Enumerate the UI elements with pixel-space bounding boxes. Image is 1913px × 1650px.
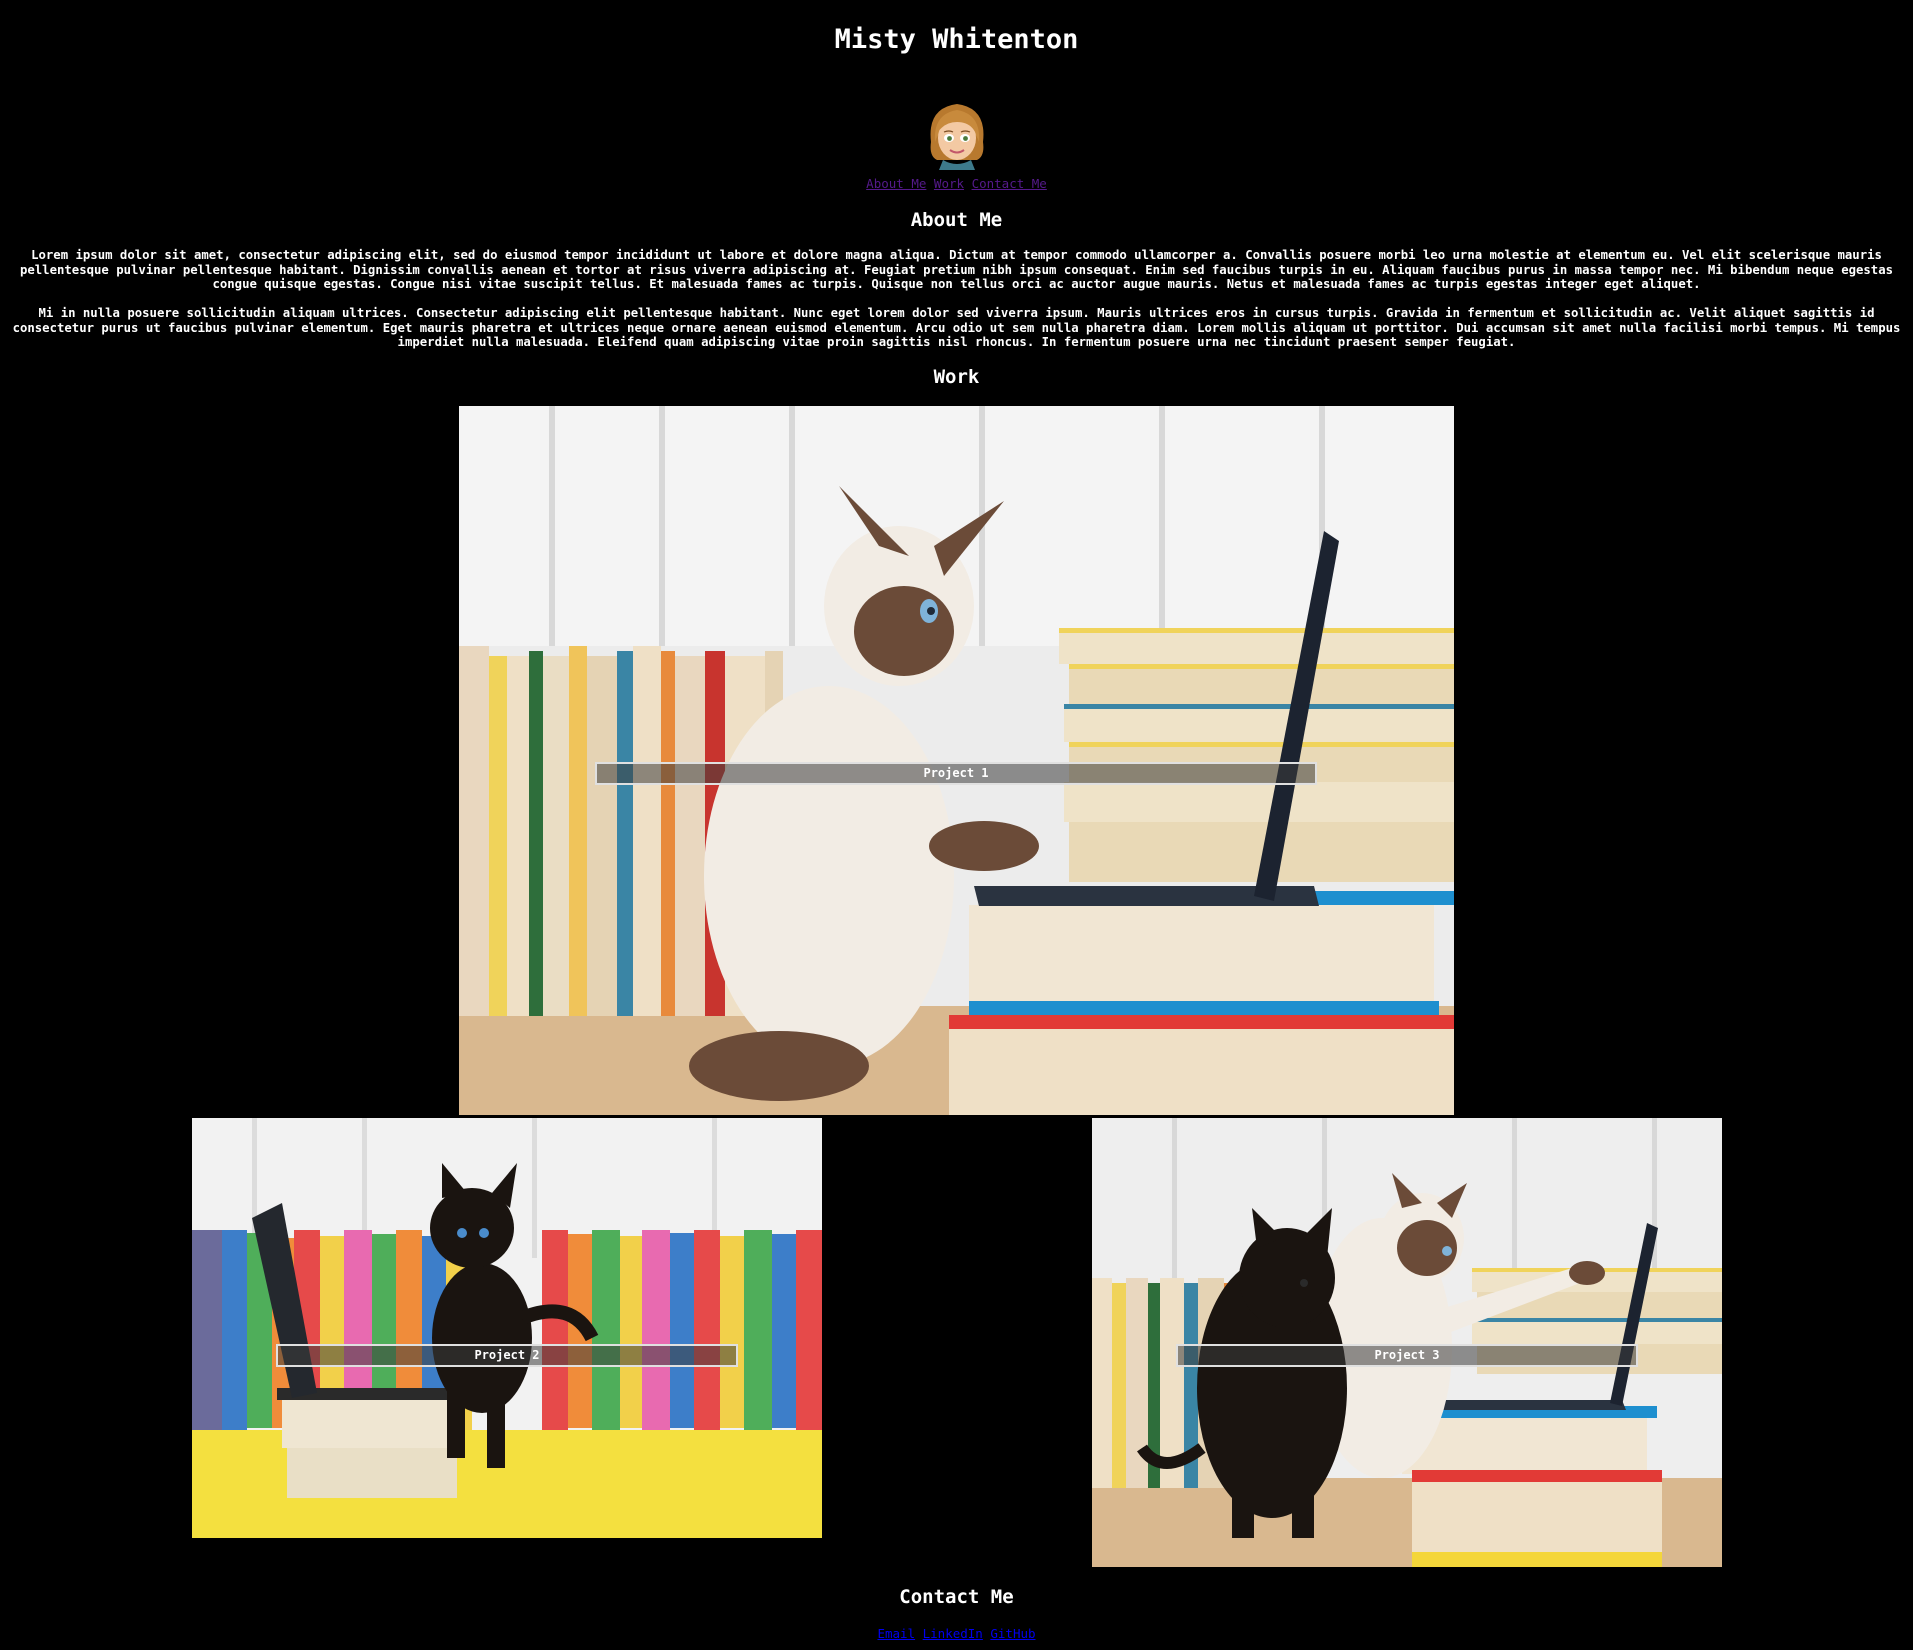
project-2-image xyxy=(192,1118,822,1538)
about-paragraph-1: Lorem ipsum dolor sit amet, consectetur … xyxy=(19,248,1894,292)
project-card-2[interactable]: Project 2 xyxy=(192,1118,822,1538)
contact-link-email[interactable]: Email xyxy=(877,1626,915,1641)
about-paragraph-2: Mi in nulla posuere sollicitudin aliquam… xyxy=(12,306,1901,350)
contact-heading: Contact Me xyxy=(899,1586,1014,1608)
project-3-image xyxy=(1092,1118,1722,1567)
site-title: Misty Whitenton xyxy=(834,24,1079,55)
project-1-image xyxy=(459,406,1454,1115)
work-heading: Work xyxy=(933,366,980,388)
contact-link-linkedin[interactable]: LinkedIn xyxy=(923,1626,983,1641)
contact-links: Email LinkedIn GitHub xyxy=(0,1626,1913,1642)
nav-link-contact-me[interactable]: Contact Me xyxy=(972,176,1047,191)
about-heading: About Me xyxy=(910,209,1003,231)
nav-link-work[interactable]: Work xyxy=(934,176,964,191)
avatar-icon xyxy=(930,104,984,170)
project-1-label: Project 1 xyxy=(595,762,1317,785)
portfolio-page: Misty Whitenton About Me Work Contact Me… xyxy=(0,0,1913,1650)
contact-link-github[interactable]: GitHub xyxy=(990,1626,1035,1641)
project-card-1[interactable]: Project 1 xyxy=(459,406,1454,1115)
nav-link-about-me[interactable]: About Me xyxy=(866,176,926,191)
project-2-label: Project 2 xyxy=(276,1344,738,1367)
main-nav: About Me Work Contact Me xyxy=(0,176,1913,192)
project-3-label: Project 3 xyxy=(1176,1344,1638,1367)
project-card-3[interactable]: Project 3 xyxy=(1092,1118,1722,1567)
